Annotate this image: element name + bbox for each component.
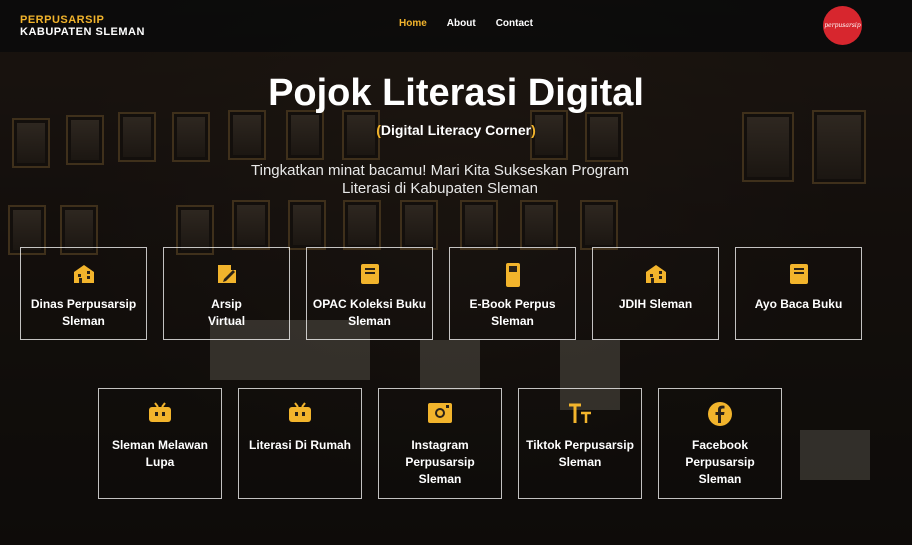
card-label: Tiktok Perpusarsip Sleman [526, 438, 634, 469]
text-size-icon [567, 401, 593, 430]
card-label: OPAC Koleksi Buku Sleman [312, 297, 427, 328]
card-label: Sleman Melawan Lupa [111, 438, 209, 469]
book-icon [788, 262, 810, 291]
page-subtitle: (Digital Literacy Corner) [0, 122, 912, 138]
card-jdih-sleman[interactable]: JDIH Sleman [592, 247, 719, 340]
main-nav: Home About Contact [399, 18, 553, 29]
card-label: Ayo Baca Buku [754, 297, 843, 311]
building-icon [72, 262, 96, 289]
nav-contact[interactable]: Contact [496, 18, 533, 29]
page-title: Pojok Literasi Digital [268, 72, 644, 114]
brand[interactable]: PERPUSARSIP KABUPATEN SLEMAN [20, 14, 145, 38]
card-sleman-melawan-lupa[interactable]: Sleman Melawan Lupa [98, 388, 222, 499]
brand-line-2: KABUPATEN SLEMAN [20, 26, 145, 38]
card-arsip-virtual[interactable]: Arsip Virtual [163, 247, 290, 340]
card-label: Arsip Virtual [207, 297, 246, 328]
card-dinas-perpusarsip[interactable]: Dinas Perpusarsip Sleman [20, 247, 147, 340]
top-navbar: PERPUSARSIP KABUPATEN SLEMAN Home About … [0, 0, 912, 52]
nav-about[interactable]: About [447, 18, 476, 29]
card-label: Instagram Perpusarsip Sleman [405, 438, 475, 486]
perpusarsip-logo[interactable]: perpusarsip [823, 6, 862, 45]
card-literasi-di-rumah[interactable]: Literasi Di Rumah [238, 388, 362, 499]
nav-home[interactable]: Home [399, 18, 427, 29]
subtitle-close-paren: ) [531, 122, 536, 138]
card-ebook-perpus[interactable]: E-Book Perpus Sleman [449, 247, 576, 340]
card-label: Dinas Perpusarsip Sleman [30, 297, 137, 328]
ebook-reader-icon [504, 262, 522, 293]
card-tiktok-perpusarsip[interactable]: Tiktok Perpusarsip Sleman [518, 388, 642, 499]
card-label: E-Book Perpus Sleman [469, 297, 556, 328]
card-label: Literasi Di Rumah [248, 438, 352, 452]
building-icon [644, 262, 668, 289]
video-channel-icon [147, 401, 173, 428]
brand-line-1: PERPUSARSIP [20, 14, 105, 26]
card-label: Facebook Perpusarsip Sleman [685, 438, 755, 486]
document-edit-icon [215, 262, 239, 291]
card-label: JDIH Sleman [618, 297, 693, 311]
hero-description: Tingkatkan minat bacamu! Mari Kita Sukse… [251, 162, 629, 197]
card-ayo-baca-buku[interactable]: Ayo Baca Buku [735, 247, 862, 340]
card-facebook-perpusarsip[interactable]: Facebook Perpusarsip Sleman [658, 388, 782, 499]
subtitle-text: Digital Literacy Corner [380, 122, 532, 138]
card-instagram-perpusarsip[interactable]: Instagram Perpusarsip Sleman [378, 388, 502, 499]
facebook-icon [707, 401, 733, 432]
logo-text: perpusarsip [824, 22, 861, 29]
book-icon [359, 262, 381, 291]
card-opac-koleksi[interactable]: OPAC Koleksi Buku Sleman [306, 247, 433, 340]
instagram-icon [427, 401, 453, 430]
video-channel-icon [287, 401, 313, 428]
